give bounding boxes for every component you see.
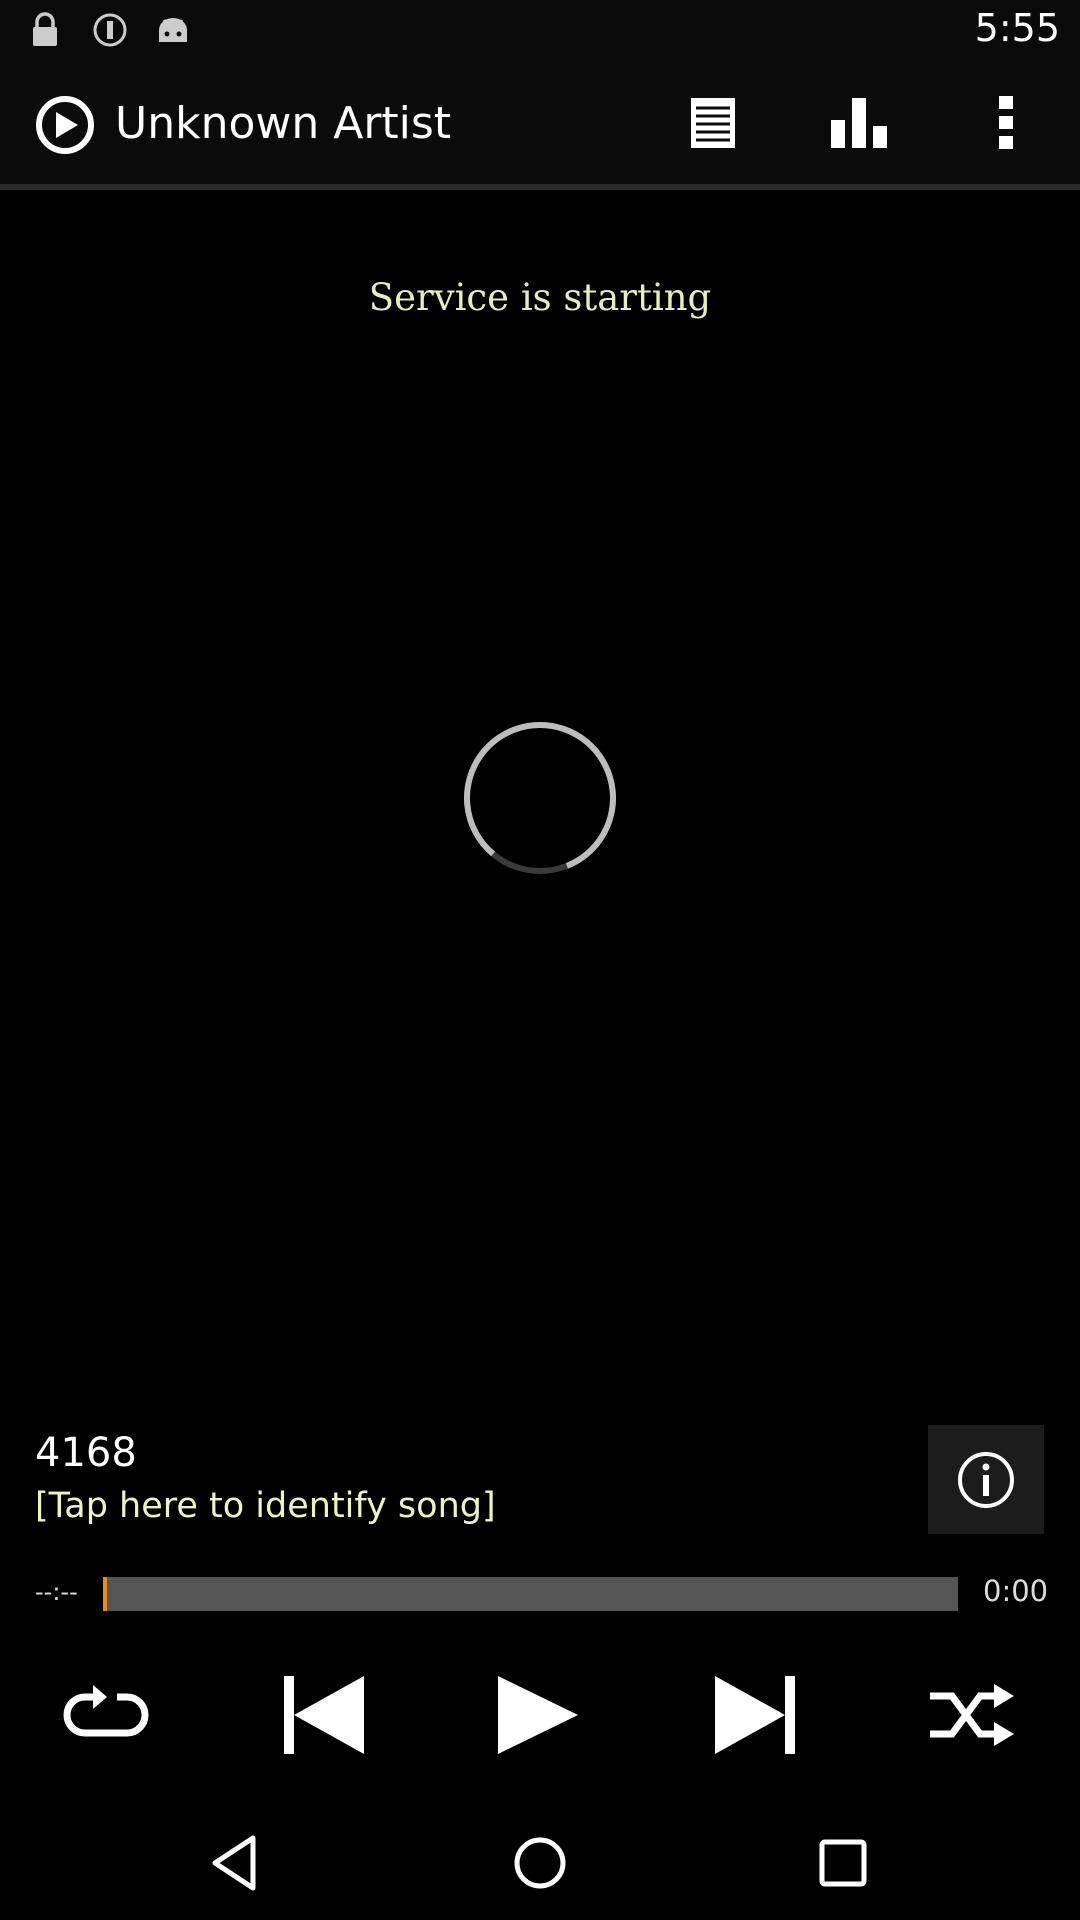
- playlist-icon: [691, 98, 735, 148]
- loading-spinner-icon: [463, 722, 616, 874]
- more-options-button[interactable]: [975, 92, 1037, 154]
- status-time: 5:55: [974, 6, 1060, 50]
- previous-icon: [284, 1676, 364, 1754]
- back-button[interactable]: [203, 1828, 273, 1898]
- next-button[interactable]: [705, 1670, 805, 1760]
- page-title: Unknown Artist: [115, 98, 452, 149]
- app-bar-divider: [0, 184, 1080, 190]
- service-status-text: Service is starting: [368, 276, 712, 319]
- app-logo-icon: [36, 96, 94, 154]
- elapsed-time: --:--: [35, 1578, 78, 1606]
- alert-icon: [93, 13, 127, 47]
- next-icon: [715, 1676, 795, 1754]
- seek-bar[interactable]: [103, 1577, 958, 1611]
- identify-song-link[interactable]: [Tap here to identify song]: [35, 1486, 496, 1526]
- app-bar: Unknown Artist: [0, 62, 1080, 184]
- repeat-icon: [63, 1685, 149, 1737]
- shuffle-icon: [930, 1684, 1014, 1746]
- equalizer-button[interactable]: [828, 92, 890, 154]
- play-icon: [498, 1676, 578, 1754]
- playlist-button[interactable]: [682, 92, 744, 154]
- total-time: 0:00: [983, 1574, 1049, 1608]
- info-button[interactable]: [928, 1425, 1044, 1534]
- android-icon: [159, 18, 187, 42]
- track-number: 4168: [35, 1430, 137, 1476]
- seek-progress: [103, 1577, 107, 1611]
- system-nav-bar: [0, 1800, 1080, 1920]
- recents-icon: [819, 1839, 867, 1887]
- lock-icon: [33, 12, 57, 46]
- shuffle-button[interactable]: [922, 1670, 1022, 1760]
- more-vert-icon: [999, 96, 1013, 149]
- recents-button[interactable]: [808, 1828, 878, 1898]
- info-icon: [958, 1452, 1014, 1508]
- previous-button[interactable]: [274, 1670, 374, 1760]
- home-icon: [514, 1837, 566, 1889]
- back-icon: [212, 1835, 256, 1891]
- home-button[interactable]: [505, 1828, 575, 1898]
- play-button[interactable]: [490, 1670, 590, 1760]
- repeat-button[interactable]: [57, 1670, 157, 1760]
- status-bar: 5:55: [0, 0, 1080, 62]
- equalizer-icon: [831, 98, 887, 148]
